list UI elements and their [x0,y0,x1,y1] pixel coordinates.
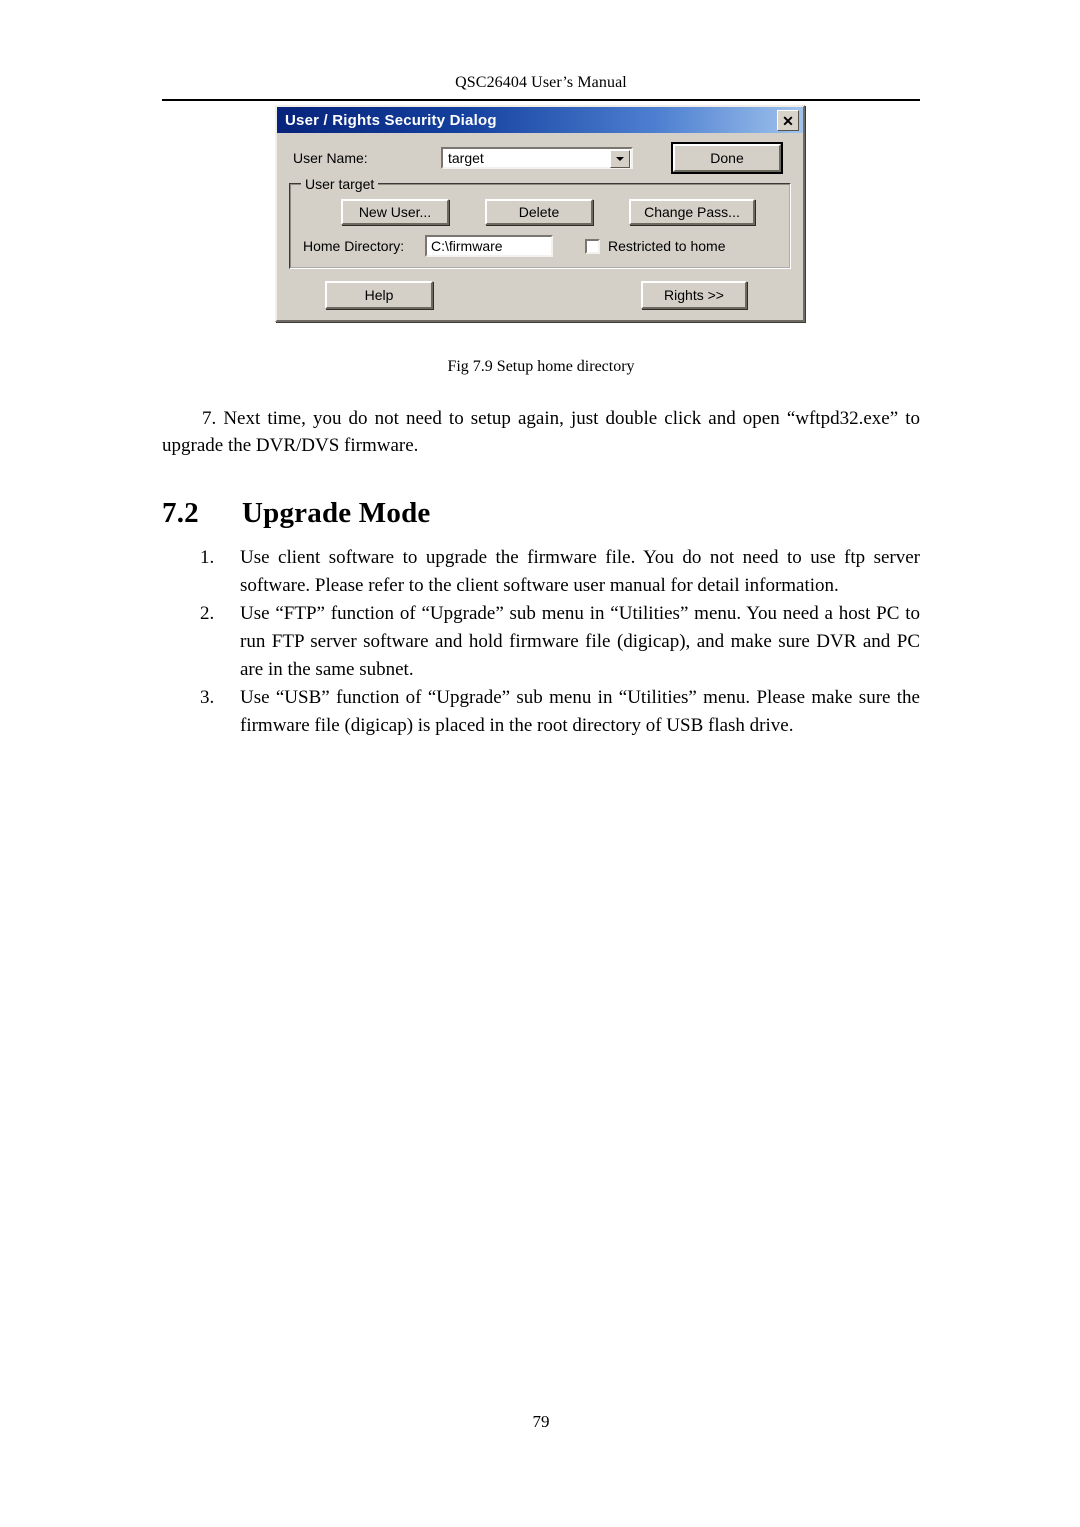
list-item: 2. Use “FTP” function of “Upgrade” sub m… [162,600,920,684]
dialog-body: User Name: target Done User target New U… [277,133,803,320]
username-row: User Name: target Done [289,142,791,174]
upgrade-mode-list: 1. Use client software to upgrade the fi… [162,544,920,740]
running-header: QSC26404 User’s Manual [455,74,627,91]
list-marker: 2. [200,603,215,624]
section-heading: 7.2 Upgrade Mode [162,497,430,530]
figure-caption: Fig 7.9 Setup home directory [447,358,635,375]
help-button[interactable]: Help [325,281,433,309]
username-label: User Name: [293,150,368,166]
home-directory-row: Home Directory: C:\firmware Restricted t… [303,235,777,257]
username-combobox-value: target [448,150,484,166]
chevron-down-icon[interactable] [610,150,630,168]
dialog-title: User / Rights Security Dialog [285,111,497,129]
restricted-to-home-row[interactable]: Restricted to home [585,238,726,254]
list-item-text: Use “USB” function of “Upgrade” sub menu… [240,687,920,736]
change-pass-button[interactable]: Change Pass... [629,199,755,225]
done-button[interactable]: Done [671,142,783,174]
list-item-text: Use client software to upgrade the firmw… [240,547,920,596]
section-title: Upgrade Mode [242,497,431,530]
user-action-buttons: New User... Delete Change Pass... [303,199,777,225]
close-icon[interactable]: ✕ [777,110,799,131]
new-user-button[interactable]: New User... [341,199,449,225]
user-target-group-label: User target [301,176,379,192]
user-target-group: User target New User... Delete Change Pa… [289,176,791,269]
list-marker: 3. [200,687,215,708]
page-number: 79 [532,1412,550,1431]
list-marker: 1. [200,547,215,568]
header-rule [162,99,920,101]
section-number: 7.2 [162,497,199,530]
restricted-to-home-label: Restricted to home [608,238,726,254]
list-item: 3. Use “USB” function of “Upgrade” sub m… [162,684,920,740]
home-directory-value: C:\firmware [431,238,503,254]
paragraph-step-7: 7. Next time, you do not need to setup a… [162,408,920,456]
list-item: 1. Use client software to upgrade the fi… [162,544,920,600]
dialog-titlebar: User / Rights Security Dialog ✕ [277,107,803,133]
username-combobox[interactable]: target [441,147,633,169]
rights-button[interactable]: Rights >> [641,281,747,309]
delete-button[interactable]: Delete [485,199,593,225]
restricted-to-home-checkbox[interactable] [585,238,600,254]
user-rights-security-dialog: User / Rights Security Dialog ✕ User Nam… [275,105,805,322]
home-directory-input[interactable]: C:\firmware [425,235,553,257]
home-directory-label: Home Directory: [303,238,405,254]
dialog-footer-buttons: Help Rights >> [289,269,791,311]
list-item-text: Use “FTP” function of “Upgrade” sub menu… [240,603,920,680]
